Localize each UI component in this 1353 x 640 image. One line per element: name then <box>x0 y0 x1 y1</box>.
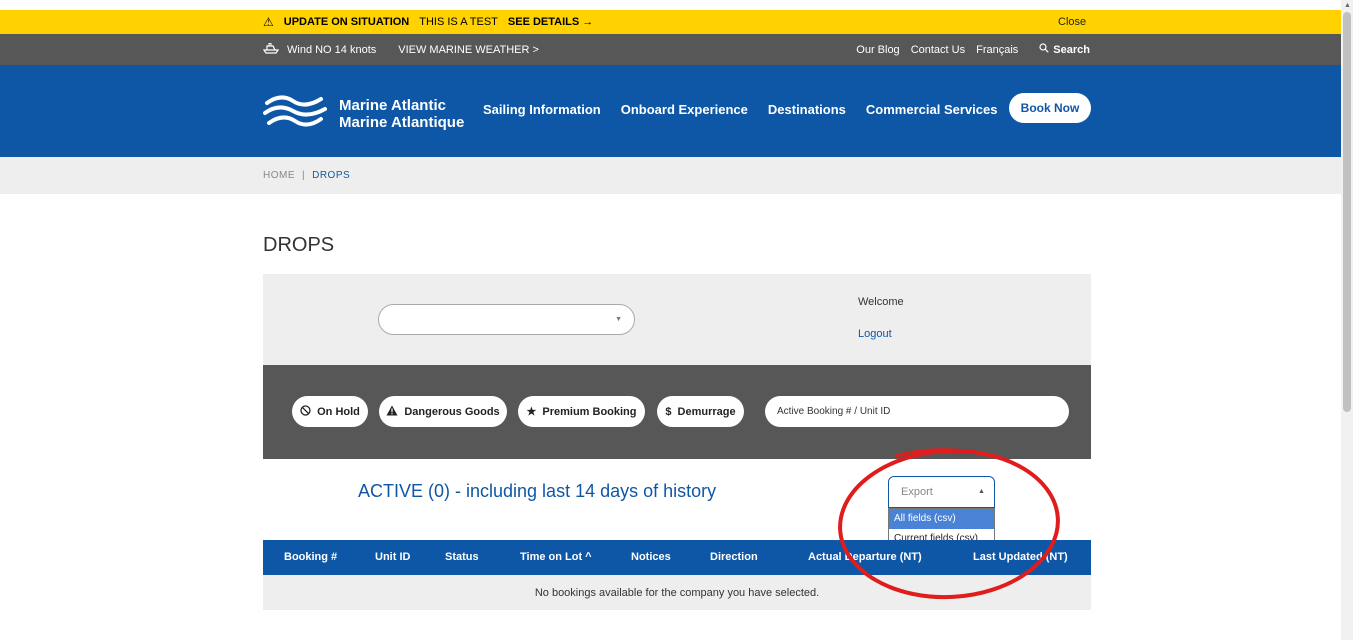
scroll-thumb[interactable] <box>1343 12 1351 412</box>
dangerous-goods-label: Dangerous Goods <box>404 405 500 418</box>
blog-link[interactable]: Our Blog <box>856 44 899 56</box>
column-time-on-lot[interactable]: Time on Lot ^ <box>520 540 592 575</box>
prohibited-icon <box>300 404 311 419</box>
nav-destinations[interactable]: Destinations <box>768 102 846 117</box>
logo-text-fr: Marine Atlantique <box>339 113 465 131</box>
column-direction[interactable]: Direction <box>710 540 758 575</box>
search-icon <box>1039 43 1050 56</box>
column-actual-departure[interactable]: Actual Departure (NT) <box>808 540 922 575</box>
column-status[interactable]: Status <box>445 540 479 575</box>
column-unit-id[interactable]: Unit ID <box>375 540 410 575</box>
breadcrumb: HOME | DROPS <box>0 157 1341 194</box>
demurrage-filter[interactable]: $ Demurrage <box>657 396 744 427</box>
alert-title: UPDATE ON SITUATION <box>283 16 410 28</box>
search-label: Search <box>1053 43 1090 56</box>
breadcrumb-home[interactable]: HOME <box>263 170 295 181</box>
nav-commercial-services[interactable]: Commercial Services <box>866 102 998 117</box>
scroll-up-icon[interactable]: ▲ <box>1344 2 1351 9</box>
on-hold-label: On Hold <box>317 405 360 418</box>
ferry-icon <box>262 42 280 57</box>
alert-close-button[interactable]: Close <box>1058 10 1086 34</box>
main-nav: Sailing Information Onboard Experience D… <box>483 65 997 153</box>
export-option-all-fields[interactable]: All fields (csv) <box>889 509 994 529</box>
logout-link[interactable]: Logout <box>858 328 892 340</box>
column-last-updated[interactable]: Last Updated (NT) <box>973 540 1068 575</box>
contact-link[interactable]: Contact Us <box>911 44 965 56</box>
nav-onboard-experience[interactable]: Onboard Experience <box>621 102 748 117</box>
dangerous-goods-filter[interactable]: Dangerous Goods <box>379 396 507 427</box>
main-header: Marine Atlantic Marine Atlantique Sailin… <box>0 65 1341 157</box>
logo[interactable]: Marine Atlantic Marine Atlantique <box>263 91 464 136</box>
premium-booking-label: Premium Booking <box>542 405 637 418</box>
column-notices[interactable]: Notices <box>631 540 671 575</box>
active-heading: ACTIVE (0) - including last 14 days of h… <box>358 481 717 501</box>
booking-search-input[interactable] <box>765 396 1069 427</box>
breadcrumb-current: DROPS <box>312 170 351 181</box>
alert-banner: ⚠ UPDATE ON SITUATION THIS IS A TEST SEE… <box>0 10 1341 34</box>
export-label: Export <box>901 486 933 498</box>
alert-message: THIS IS A TEST <box>419 16 498 28</box>
star-icon: ★ <box>526 406 537 418</box>
chevron-up-icon: ▲ <box>978 488 985 495</box>
search-button[interactable]: Search <box>1039 43 1090 56</box>
chevron-down-icon: ▼ <box>615 316 622 323</box>
table-empty-row: No bookings available for the company yo… <box>263 575 1091 610</box>
account-panel: ▼ Welcome Logout <box>263 274 1091 365</box>
page-scrollbar[interactable]: ▲ <box>1341 0 1353 640</box>
warning-triangle-icon <box>386 405 398 419</box>
on-hold-filter[interactable]: On Hold <box>292 396 368 427</box>
logo-text-en: Marine Atlantic <box>339 96 446 114</box>
see-details-link[interactable]: SEE DETAILS → <box>508 16 593 28</box>
warning-icon: ⚠ <box>263 15 274 29</box>
page: ⚠ UPDATE ON SITUATION THIS IS A TEST SEE… <box>0 0 1353 640</box>
premium-booking-filter[interactable]: ★ Premium Booking <box>518 396 645 427</box>
company-select[interactable]: ▼ <box>378 304 635 335</box>
book-now-button[interactable]: Book Now <box>1009 93 1091 123</box>
wind-status: Wind NO 14 knots <box>287 43 377 56</box>
welcome-text: Welcome <box>858 296 904 308</box>
dollar-icon: $ <box>665 405 672 418</box>
waves-logo-icon <box>263 91 327 136</box>
language-link[interactable]: Français <box>976 44 1018 56</box>
page-title: DROPS <box>263 234 335 256</box>
nav-sailing-information[interactable]: Sailing Information <box>483 102 601 117</box>
utility-bar: Wind NO 14 knots VIEW MARINE WEATHER > O… <box>0 34 1341 65</box>
export-select[interactable]: Export ▲ <box>888 476 995 508</box>
table-header: Booking # Unit ID Status Time on Lot ^ N… <box>263 540 1091 575</box>
breadcrumb-separator: | <box>302 170 306 181</box>
column-booking-number[interactable]: Booking # <box>284 540 337 575</box>
marine-weather-link[interactable]: VIEW MARINE WEATHER > <box>398 44 539 56</box>
filter-bar: On Hold Dangerous Goods ★ Premium Bookin… <box>263 365 1091 459</box>
demurrage-label: Demurrage <box>677 405 736 418</box>
